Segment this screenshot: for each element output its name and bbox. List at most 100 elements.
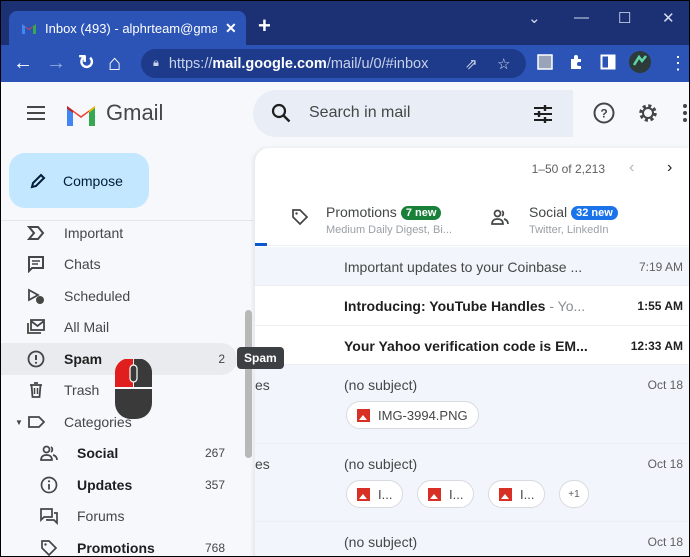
gmail-favicon-icon xyxy=(22,24,36,34)
sidebar-item-promotions[interactable]: Promotions 768 xyxy=(1,532,237,556)
gmail-app: Gmail Search in mail ? Compose Important xyxy=(1,82,690,556)
tab-close-icon[interactable]: ✕ xyxy=(225,20,237,37)
chat-icon xyxy=(28,256,44,273)
image-file-icon xyxy=(428,487,441,501)
reload-button[interactable]: ↻ xyxy=(78,52,95,74)
tab-title: Inbox (493) - alphrteam@gmail.com xyxy=(45,20,217,36)
image-file-icon xyxy=(499,487,512,501)
spam-icon xyxy=(27,350,45,368)
browser-tab-inbox[interactable]: Inbox (493) - alphrteam@gmail.com ✕ xyxy=(9,11,246,45)
email-time: 7:19 AM xyxy=(638,260,683,274)
tab-subtitle: Twitter, LinkedIn xyxy=(529,224,609,236)
email-subject: (no subject) xyxy=(344,456,418,472)
bookmark-star-icon[interactable]: ☆ xyxy=(497,55,510,73)
sidebar-item-social[interactable]: Social 267 xyxy=(1,437,237,469)
apps-grid-icon[interactable] xyxy=(681,102,690,124)
sidebar-item-forums[interactable]: Forums xyxy=(1,500,237,532)
email-row[interactable]: Important updates to your Coinbase ... 7… xyxy=(255,247,689,286)
pagination-count: 1–50 of 2,213 xyxy=(531,162,605,176)
back-button[interactable]: ← xyxy=(13,52,33,74)
search-icon[interactable] xyxy=(271,103,291,123)
home-button[interactable]: ⌂ xyxy=(108,52,121,74)
sidebar-item-label: Social xyxy=(77,445,119,461)
search-bar[interactable]: Search in mail xyxy=(253,90,573,137)
sidebar-item-count: 768 xyxy=(204,541,225,555)
email-time: Oct 18 xyxy=(647,535,683,549)
sidebar-item-label: Forums xyxy=(77,508,125,524)
expand-caret-icon[interactable]: ▼ xyxy=(15,418,23,427)
side-panel-icon[interactable] xyxy=(600,54,616,70)
maximize-button[interactable]: ☐ xyxy=(618,9,631,27)
forum-icon xyxy=(40,508,58,525)
email-row[interactable]: Introducing: YouTube Handles - Yo... 1:5… xyxy=(255,286,689,326)
address-bar[interactable]: 🔒︎ https://mail.google.com/mail/u/0/#inb… xyxy=(141,49,526,78)
email-row[interactable]: Your Yahoo verification code is EM... 12… xyxy=(255,326,689,365)
attachment-chip[interactable]: I... xyxy=(346,480,404,508)
attachment-chip[interactable]: I... xyxy=(488,480,546,508)
screenshot-extension-icon[interactable] xyxy=(537,54,553,70)
email-time: 12:33 AM xyxy=(630,339,683,353)
sidebar-item-label: Important xyxy=(64,225,124,241)
new-tab-button[interactable]: + xyxy=(258,15,271,37)
tag-icon xyxy=(41,540,58,556)
label-icon xyxy=(28,416,45,428)
spam-tooltip: Spam xyxy=(237,347,284,369)
profile-avatar[interactable] xyxy=(629,51,651,73)
email-row[interactable]: es (no subject) Oct 18 I... I... I... +1 xyxy=(255,444,689,522)
sidebar-item-count: 357 xyxy=(204,478,225,492)
sidebar-item-count: 267 xyxy=(204,446,225,460)
minimize-button[interactable]: — xyxy=(574,9,589,26)
active-tab-indicator xyxy=(255,243,267,246)
email-subject: (no subject) xyxy=(344,377,418,393)
browser-window: Inbox (493) - alphrteam@gmail.com ✕ + ⌄ … xyxy=(0,0,690,557)
gmail-wordmark: Gmail xyxy=(106,100,164,125)
sidebar-item-all-mail[interactable]: All Mail xyxy=(1,311,237,343)
sidebar-scrollbar[interactable] xyxy=(245,310,252,458)
attachment-chip[interactable]: I... xyxy=(417,480,475,508)
sidebar-item-label: Updates xyxy=(77,477,133,493)
sidebar-item-important[interactable]: Important xyxy=(1,220,237,249)
people-icon xyxy=(491,209,509,225)
main-menu-icon[interactable] xyxy=(27,106,45,124)
svg-text:?: ? xyxy=(600,107,607,121)
extensions-puzzle-icon[interactable] xyxy=(568,54,584,70)
search-input[interactable]: Search in mail xyxy=(309,104,410,122)
help-icon[interactable]: ? xyxy=(593,102,615,124)
sidebar-item-label: Promotions xyxy=(77,540,155,556)
older-page-button[interactable]: ‹ xyxy=(629,159,634,177)
email-row[interactable]: (no subject) Oct 18 xyxy=(255,522,689,556)
browser-toolbar: ← → ↻ ⌂ 🔒︎ https://mail.google.com/mail/… xyxy=(1,45,689,82)
pencil-icon xyxy=(30,173,46,188)
more-attachments-chip[interactable]: +1 xyxy=(559,480,589,508)
share-icon[interactable]: ⇗ xyxy=(465,55,478,73)
compose-button[interactable]: Compose xyxy=(9,153,149,208)
email-row[interactable]: es (no subject) Oct 18 IMG-3994.PNG xyxy=(255,365,689,444)
browser-menu-icon[interactable]: ⋮ xyxy=(669,52,687,74)
image-file-icon xyxy=(357,487,370,501)
forward-button[interactable]: → xyxy=(46,52,66,74)
sidebar-item-scheduled[interactable]: Scheduled xyxy=(1,280,237,312)
search-options-icon[interactable] xyxy=(533,105,553,123)
info-icon xyxy=(40,476,58,494)
mouse-click-indicator-icon xyxy=(115,359,152,419)
tab-title: Social 32 new xyxy=(529,204,618,220)
important-icon xyxy=(27,226,45,240)
tab-social[interactable]: Social 32 new Twitter, LinkedIn xyxy=(485,188,689,246)
close-window-button[interactable]: ✕ xyxy=(662,9,675,27)
tab-search-icon[interactable]: ⌄ xyxy=(528,9,541,27)
sidebar-item-updates[interactable]: Updates 357 xyxy=(1,469,237,501)
sidebar-item-chats[interactable]: Chats xyxy=(1,248,237,280)
tag-icon xyxy=(292,209,309,226)
email-time: 1:55 AM xyxy=(637,299,683,313)
newer-page-button[interactable]: › xyxy=(667,159,672,177)
tab-promotions[interactable]: Promotions 7 new Medium Daily Digest, Bi.… xyxy=(255,188,475,246)
image-file-icon xyxy=(357,408,370,422)
people-icon xyxy=(40,445,58,461)
sidebar-item-label: Trash xyxy=(64,382,100,398)
sidebar-item-label: Scheduled xyxy=(64,288,131,304)
email-time: Oct 18 xyxy=(647,457,683,471)
trash-icon xyxy=(30,382,42,398)
attachment-chip[interactable]: IMG-3994.PNG xyxy=(346,401,479,429)
settings-gear-icon[interactable] xyxy=(637,102,659,124)
url-text: https://mail.google.com/mail/u/0/#inbox xyxy=(168,55,429,72)
